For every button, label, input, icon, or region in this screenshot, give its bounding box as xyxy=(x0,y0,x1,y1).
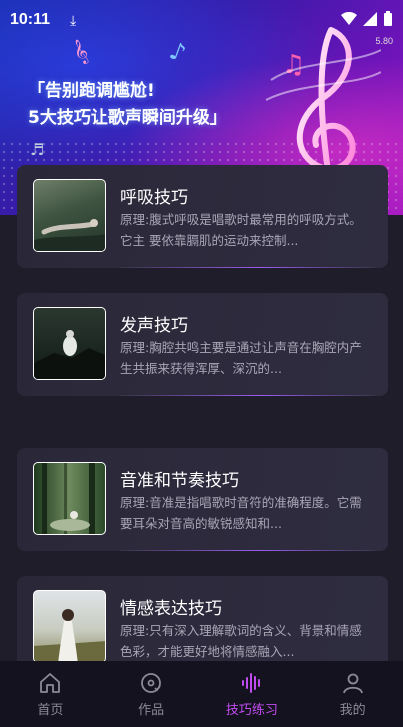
works-icon xyxy=(141,672,162,693)
card-divider xyxy=(120,395,375,396)
technique-card-breathing[interactable]: 呼吸技巧 原理:腹式呼吸是唱歌时最常用的呼吸方式。它主 要依靠膈肌的运动来控制.… xyxy=(17,165,388,268)
home-icon xyxy=(40,672,61,693)
card-title: 音准和节奏技巧 xyxy=(120,471,239,491)
person-singing-image xyxy=(34,330,105,379)
guitar-icon: ♪ xyxy=(165,36,190,68)
status-right xyxy=(341,10,393,30)
person-field-image xyxy=(34,609,105,662)
speed-indicator: 5.80 xyxy=(375,36,393,46)
status-bar: 10:11 ⤓ xyxy=(0,0,403,40)
person-lying-image xyxy=(34,219,105,251)
card-thumbnail xyxy=(33,590,106,663)
tab-mine[interactable]: 我的 xyxy=(302,661,403,727)
bottom-tab-bar: 首页 作品 技巧练习 我的 xyxy=(0,661,403,727)
music-note-icon: ♬ xyxy=(30,140,45,159)
person-icon xyxy=(342,673,363,693)
tab-home[interactable]: 首页 xyxy=(0,661,101,727)
card-thumbnail xyxy=(33,179,106,252)
banner-line-2: 5大技巧让歌声瞬间升级」 xyxy=(28,108,227,128)
card-title: 呼吸技巧 xyxy=(120,188,188,208)
status-time: 10:11 xyxy=(10,11,51,28)
card-title: 发声技巧 xyxy=(120,316,188,336)
signal-icon xyxy=(363,11,377,29)
card-title: 情感表达技巧 xyxy=(120,599,222,619)
card-thumbnail xyxy=(33,307,106,380)
wifi-icon xyxy=(341,11,357,29)
tab-works[interactable]: 作品 xyxy=(101,661,202,727)
sound-wave-icon xyxy=(241,672,260,693)
card-thumbnail xyxy=(33,462,106,535)
tab-label: 技巧练习 xyxy=(225,702,278,718)
tab-label: 首页 xyxy=(37,702,64,718)
banner-headline: 「告别跑调尴尬! 5大技巧让歌声瞬间升级」 xyxy=(28,78,227,132)
banner-line-1: 「告别跑调尴尬! xyxy=(28,81,155,101)
tab-label: 作品 xyxy=(138,702,165,718)
download-icon: ⤓ xyxy=(70,11,77,28)
technique-card-pitch-rhythm[interactable]: 音准和节奏技巧 原理:音准是指唱歌时音符的准确程度。它需要耳朵对音高的敏锐感知和… xyxy=(17,448,388,551)
card-divider xyxy=(120,267,375,268)
card-description: 原理:胸腔共鸣主要是通过让声音在胸腔内产生共振来获得浑厚、深沉的... xyxy=(120,340,362,376)
technique-card-vocalization[interactable]: 发声技巧 原理:胸腔共鸣主要是通过让声音在胸腔内产生共振来获得浑厚、深沉的... xyxy=(17,293,388,396)
tab-technique-practice[interactable]: 技巧练习 xyxy=(202,661,303,727)
tab-label: 我的 xyxy=(339,702,366,718)
card-description: 原理:腹式呼吸是唱歌时最常用的呼吸方式。它主 要依靠膈肌的运动来控制... xyxy=(120,212,362,248)
card-description: 原理:只有深入理解歌词的含义、背景和情感色彩，才能更好地将情感融入... xyxy=(120,623,362,659)
card-description: 原理:音准是指唱歌时音符的准确程度。它需要耳朵对音高的敏锐感知和... xyxy=(120,495,362,531)
card-divider xyxy=(120,550,375,551)
forest-image xyxy=(42,463,95,534)
guitar-icon: 𝄞 xyxy=(69,38,92,67)
battery-icon xyxy=(383,10,393,30)
